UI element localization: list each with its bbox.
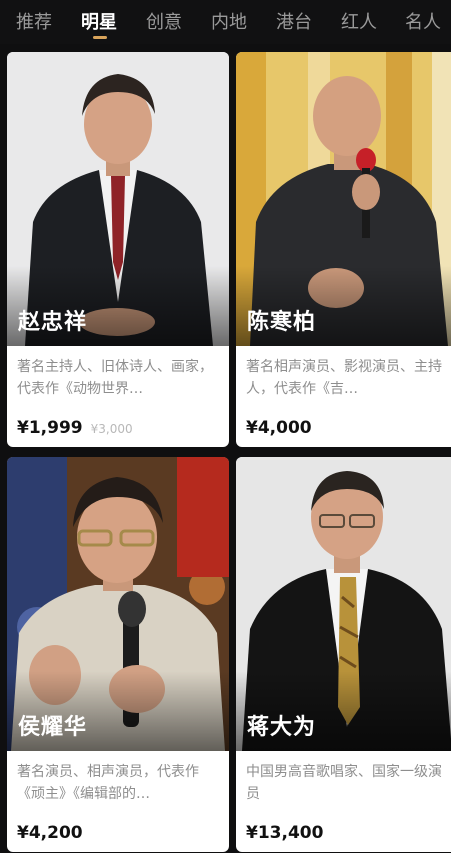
category-tab-bar: 推荐 明星 创意 内地 港台 红人 名人	[0, 0, 451, 44]
celebrity-card-1[interactable]: 赵忠祥 著名主持人、旧体诗人、画家，代表作《动物世界… ¥1,999 ¥3,000	[7, 52, 229, 447]
original-price: ¥3,000	[90, 422, 133, 436]
price-row: ¥13,400	[246, 823, 451, 845]
active-tab-indicator	[93, 36, 107, 39]
price: ¥4,000	[246, 418, 312, 438]
celebrity-card-3[interactable]: 侯耀华 著名演员、相声演员，代表作《顽主》《编辑部的… ¥4,200	[7, 457, 229, 852]
celebrity-description: 著名主持人、旧体诗人、画家，代表作《动物世界…	[17, 359, 213, 397]
price: ¥4,200	[17, 823, 83, 843]
celebrity-photo: 蒋大为	[236, 457, 451, 751]
tab-hk-tw[interactable]: 港台	[276, 8, 312, 34]
tab-celebrities[interactable]: 名人	[405, 8, 441, 34]
celebrity-name: 赵忠祥	[18, 310, 88, 335]
price: ¥1,999	[17, 418, 83, 438]
price-row: ¥1,999 ¥3,000	[17, 418, 229, 440]
celebrity-photo: 陈寒柏	[236, 52, 451, 346]
price: ¥13,400	[246, 823, 324, 843]
price-row: ¥4,000	[246, 418, 451, 440]
celebrity-name: 陈寒柏	[247, 310, 317, 335]
tab-mainland[interactable]: 内地	[211, 8, 247, 34]
tab-creative[interactable]: 创意	[146, 8, 182, 34]
tab-influencers[interactable]: 红人	[341, 8, 377, 34]
celebrity-description: 著名相声演员、影视演员、主持人，代表作《吉…	[246, 359, 442, 397]
celebrity-card-2[interactable]: 陈寒柏 著名相声演员、影视演员、主持人，代表作《吉… ¥4,000	[236, 52, 451, 447]
celebrity-photo: 侯耀华	[7, 457, 229, 751]
celebrity-card-4[interactable]: 蒋大为 中国男高音歌唱家、国家一级演员 ¥13,400	[236, 457, 451, 852]
celebrity-name: 侯耀华	[18, 715, 88, 740]
tab-recommended[interactable]: 推荐	[16, 8, 52, 34]
celebrity-description: 中国男高音歌唱家、国家一级演员	[246, 764, 442, 802]
celebrity-description: 著名演员、相声演员，代表作《顽主》《编辑部的…	[17, 764, 199, 802]
tab-stars[interactable]: 明星	[81, 8, 117, 34]
celebrity-photo: 赵忠祥	[7, 52, 229, 346]
price-row: ¥4,200	[17, 823, 229, 845]
celebrity-name: 蒋大为	[247, 715, 317, 740]
